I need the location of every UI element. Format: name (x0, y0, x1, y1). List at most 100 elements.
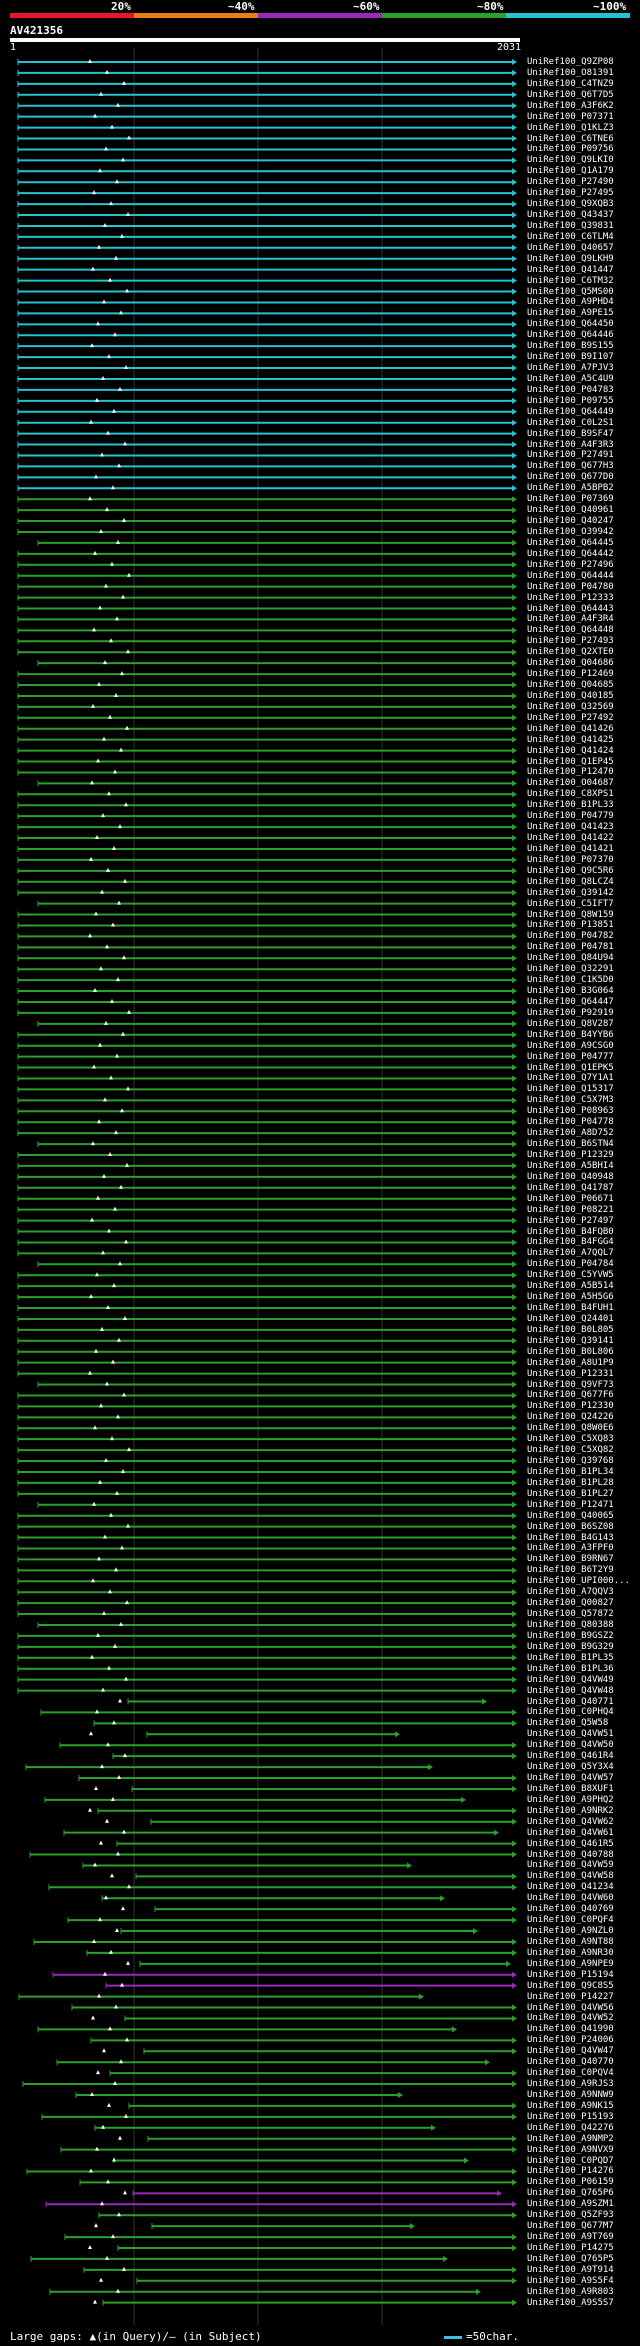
hit-label[interactable]: UniRef100_P24006 (527, 2035, 614, 2045)
hit-label[interactable]: UniRef100_A9CSG0 (527, 1041, 614, 1051)
hit-label[interactable]: UniRef100_Q1EPK5 (527, 1063, 614, 1073)
hit-label[interactable]: UniRef100_Q8LCZ4 (527, 877, 614, 887)
hit-label[interactable]: UniRef100_A5BPB2 (527, 483, 614, 493)
hit-label[interactable]: UniRef100_P27491 (527, 450, 614, 460)
hit-label[interactable]: UniRef100_P12330 (527, 1401, 614, 1411)
hit-label[interactable]: UniRef100_P27495 (527, 188, 614, 198)
hit-label[interactable]: UniRef100_C0L2S1 (527, 418, 614, 428)
hit-label[interactable]: UniRef100_P04779 (527, 811, 614, 821)
hit-label[interactable]: UniRef100_Q32291 (527, 964, 614, 974)
hit-label[interactable]: UniRef100_P14276 (527, 2166, 614, 2176)
hit-label[interactable]: UniRef100_P04778 (527, 1117, 614, 1127)
hit-label[interactable]: UniRef100_Q4VW59 (527, 1860, 614, 1870)
hit-label[interactable]: UniRef100_A9NK15 (527, 2101, 614, 2111)
hit-label[interactable]: UniRef100_P04781 (527, 942, 614, 952)
hit-label[interactable]: UniRef100_Q8W0E6 (527, 1423, 614, 1433)
hit-label[interactable]: UniRef100_P04777 (527, 1052, 614, 1062)
hit-label[interactable]: UniRef100_Q5Y3X4 (527, 1762, 614, 1772)
hit-label[interactable]: UniRef100_A7PJV3 (527, 363, 614, 373)
hit-label[interactable]: UniRef100_Q4VW61 (527, 1828, 614, 1838)
hit-label[interactable]: UniRef100_Q9C8S5 (527, 1981, 614, 1991)
hit-label[interactable]: UniRef100_Q1KLZ3 (527, 123, 614, 133)
hit-label[interactable]: UniRef100_A9T769 (527, 2232, 614, 2242)
hit-label[interactable]: UniRef100_B4FUH1 (527, 1303, 614, 1313)
hit-label[interactable]: UniRef100_A9NZL0 (527, 1926, 614, 1936)
hit-label[interactable]: UniRef100_B1PL33 (527, 800, 614, 810)
hit-label[interactable]: UniRef100_A7QQL7 (527, 1248, 614, 1258)
hit-label[interactable]: UniRef100_Q40657 (527, 243, 614, 253)
hit-label[interactable]: UniRef100_P07369 (527, 494, 614, 504)
hit-label[interactable]: UniRef100_Q4VW62 (527, 1817, 614, 1827)
hit-label[interactable]: UniRef100_Q64448 (527, 625, 614, 635)
hit-label[interactable]: UniRef100_A4F3R3 (527, 440, 614, 450)
hit-label[interactable]: UniRef100_P12471 (527, 1500, 614, 1510)
hit-label[interactable]: UniRef100_P15194 (527, 1970, 614, 1980)
hit-label[interactable]: UniRef100_B6STN4 (527, 1139, 614, 1149)
hit-label[interactable]: UniRef100_B9S155 (527, 341, 614, 351)
hit-label[interactable]: UniRef100_Q40961 (527, 505, 614, 515)
hit-label[interactable]: UniRef100_Q41234 (527, 1882, 614, 1892)
hit-label[interactable]: UniRef100_Q1EP45 (527, 757, 614, 767)
hit-label[interactable]: UniRef100_Q41422 (527, 833, 614, 843)
hit-label[interactable]: UniRef100_A9NNW9 (527, 2090, 614, 2100)
hit-label[interactable]: UniRef100_C0PQD7 (527, 2156, 614, 2166)
hit-label[interactable]: UniRef100_B9RN67 (527, 1554, 614, 1564)
hit-label[interactable]: UniRef100_Q57872 (527, 1609, 614, 1619)
hit-label[interactable]: UniRef100_B4FGG4 (527, 1237, 614, 1247)
hit-label[interactable]: UniRef100_A9SZM1 (527, 2199, 614, 2209)
hit-label[interactable]: UniRef100_Q677M7 (527, 2221, 614, 2231)
hit-label[interactable]: UniRef100_Q4VW49 (527, 1675, 614, 1685)
hit-label[interactable]: UniRef100_P04782 (527, 931, 614, 941)
hit-label[interactable]: UniRef100_Q42276 (527, 2123, 614, 2133)
hit-label[interactable]: UniRef100_B9G329 (527, 1642, 614, 1652)
hit-label[interactable]: UniRef100_Q24226 (527, 1412, 614, 1422)
hit-label[interactable]: UniRef100_Q461R4 (527, 1751, 614, 1761)
hit-label[interactable]: UniRef100_P92919 (527, 1008, 614, 1018)
hit-label[interactable]: UniRef100_Q677F6 (527, 1390, 614, 1400)
hit-label[interactable]: UniRef100_P07370 (527, 855, 614, 865)
hit-label[interactable]: UniRef100_P15193 (527, 2112, 614, 2122)
hit-label[interactable]: UniRef100_C0PHQ4 (527, 1707, 614, 1717)
hit-label[interactable]: UniRef100_Q00827 (527, 1598, 614, 1608)
hit-label[interactable]: UniRef100_Q4VW58 (527, 1871, 614, 1881)
hit-label[interactable]: UniRef100_Q84U94 (527, 953, 614, 963)
hit-label[interactable]: UniRef100_Q5W58 (527, 1718, 608, 1728)
hit-label[interactable]: UniRef100_B4YYB6 (527, 1030, 614, 1040)
hit-label[interactable]: UniRef100_P27497 (527, 1216, 614, 1226)
hit-label[interactable]: UniRef100_Q5MS00 (527, 287, 614, 297)
hit-label[interactable]: UniRef100_Q40788 (527, 1850, 614, 1860)
hit-label[interactable]: UniRef100_C5X7M3 (527, 1095, 614, 1105)
hit-label[interactable]: UniRef100_Q9C5R6 (527, 866, 614, 876)
hit-label[interactable]: UniRef100_C1K5D0 (527, 975, 614, 985)
hit-label[interactable]: UniRef100_Q9XQB3 (527, 199, 614, 209)
hit-label[interactable]: UniRef100_Q765P5 (527, 2254, 614, 2264)
hit-label[interactable]: UniRef100_Q9LKI0 (527, 155, 614, 165)
hit-label[interactable]: UniRef100_B9GSZ2 (527, 1631, 614, 1641)
hit-label[interactable]: UniRef100_Q04686 (527, 658, 614, 668)
hit-label[interactable]: UniRef100_O04687 (527, 778, 614, 788)
hit-label[interactable]: UniRef100_Q4VW56 (527, 2003, 614, 2013)
hit-label[interactable]: UniRef100_Q40247 (527, 516, 614, 526)
hit-label[interactable]: UniRef100_A9NMP2 (527, 2134, 614, 2144)
hit-label[interactable]: UniRef100_Q9ZP08 (527, 57, 614, 67)
hit-label[interactable]: UniRef100_B1PL35 (527, 1653, 614, 1663)
hit-label[interactable]: UniRef100_A9T914 (527, 2265, 614, 2275)
hit-label[interactable]: UniRef100_B4G143 (527, 1533, 614, 1543)
hit-label[interactable]: UniRef100_Q40185 (527, 691, 614, 701)
hit-label[interactable]: UniRef100_B4FQB0 (527, 1227, 614, 1237)
hit-label[interactable]: UniRef100_A9R803 (527, 2287, 614, 2297)
hit-label[interactable]: UniRef100_C0PQF4 (527, 1915, 614, 1925)
hit-label[interactable]: UniRef100_A9NRK2 (527, 1806, 614, 1816)
hit-label[interactable]: UniRef100_P27490 (527, 177, 614, 187)
hit-label[interactable]: UniRef100_P27496 (527, 560, 614, 570)
hit-label[interactable]: UniRef100_P12333 (527, 593, 614, 603)
hit-label[interactable]: UniRef100_P06159 (527, 2177, 614, 2187)
hit-label[interactable]: UniRef100_O81391 (527, 68, 614, 78)
hit-label[interactable]: UniRef100_P14227 (527, 1992, 614, 2002)
hit-label[interactable]: UniRef100_P09756 (527, 144, 614, 154)
hit-label[interactable]: UniRef100_B1PL34 (527, 1467, 614, 1477)
hit-label[interactable]: UniRef100_Q40771 (527, 1697, 614, 1707)
hit-label[interactable]: UniRef100_Q41426 (527, 724, 614, 734)
hit-label[interactable]: UniRef100_P12470 (527, 767, 614, 777)
hit-label[interactable]: UniRef100_Q4VW48 (527, 1686, 614, 1696)
